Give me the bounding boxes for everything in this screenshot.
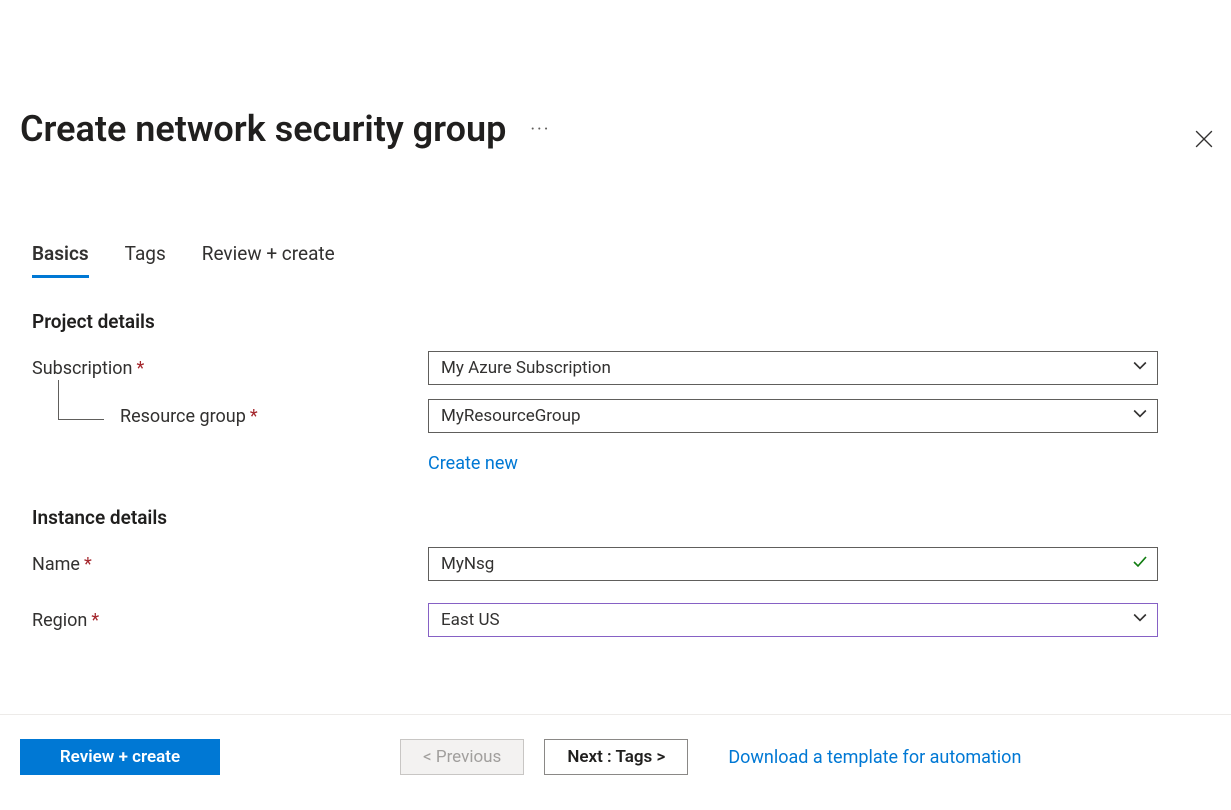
download-template-link[interactable]: Download a template for automation bbox=[728, 747, 1021, 768]
required-indicator: * bbox=[84, 554, 92, 575]
close-icon bbox=[1195, 130, 1213, 148]
next-button[interactable]: Next : Tags > bbox=[544, 739, 688, 775]
subscription-select[interactable]: My Azure Subscription bbox=[428, 351, 1158, 385]
name-input[interactable] bbox=[428, 547, 1158, 581]
region-label: Region* bbox=[20, 610, 428, 631]
tab-tags[interactable]: Tags bbox=[125, 242, 166, 278]
chevron-down-icon bbox=[1133, 610, 1147, 630]
section-project-details: Project details bbox=[32, 310, 1211, 333]
close-button[interactable] bbox=[1191, 126, 1217, 152]
footer: Review + create < Previous Next : Tags >… bbox=[0, 714, 1231, 795]
review-create-button[interactable]: Review + create bbox=[20, 739, 220, 775]
previous-button: < Previous bbox=[400, 739, 524, 775]
subscription-label: Subscription* bbox=[20, 358, 428, 379]
chevron-down-icon bbox=[1133, 406, 1147, 426]
name-label: Name* bbox=[20, 554, 428, 575]
resource-group-select[interactable]: MyResourceGroup bbox=[428, 399, 1158, 433]
page-title: Create network security group bbox=[20, 108, 506, 150]
required-indicator: * bbox=[91, 610, 99, 631]
resource-group-label: Resource group* bbox=[20, 406, 428, 427]
required-indicator: * bbox=[137, 358, 145, 379]
more-icon[interactable]: ··· bbox=[530, 119, 550, 140]
region-select[interactable]: East US bbox=[428, 603, 1158, 637]
required-indicator: * bbox=[250, 406, 258, 427]
tab-review-create[interactable]: Review + create bbox=[202, 242, 335, 278]
chevron-down-icon bbox=[1133, 358, 1147, 378]
tree-connector bbox=[58, 380, 104, 420]
tab-basics[interactable]: Basics bbox=[32, 242, 89, 278]
section-instance-details: Instance details bbox=[32, 506, 1211, 529]
create-new-link[interactable]: Create new bbox=[428, 453, 518, 474]
tabs: Basics Tags Review + create bbox=[20, 242, 1211, 278]
